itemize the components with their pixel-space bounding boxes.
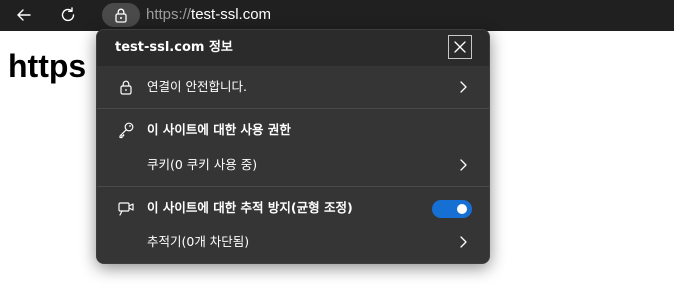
arrow-left-icon <box>17 9 31 21</box>
cookies-item[interactable]: 쿠키(0 쿠키 사용 중) <box>97 146 489 184</box>
refresh-button[interactable] <box>54 2 82 28</box>
site-info-popup: test-ssl.com 정보 연결이 안전합니다. 이 사이트에 대한 사용 … <box>96 29 490 264</box>
site-permissions-item: 이 사이트에 대한 사용 권한 <box>97 111 489 149</box>
chevron-right-icon <box>455 157 471 173</box>
url-host: test-ssl.com <box>191 6 272 23</box>
tracking-prevention-label: 이 사이트에 대한 추적 방지(균형 조정) <box>147 200 353 215</box>
refresh-icon <box>61 7 75 22</box>
browser-toolbar: https://test-ssl.com <box>0 0 674 31</box>
site-info-button[interactable] <box>102 3 140 27</box>
toggle-knob <box>457 204 467 214</box>
popup-title: test-ssl.com 정보 <box>115 40 233 55</box>
tracking-prevention-toggle[interactable] <box>432 200 472 218</box>
popup-header: test-ssl.com 정보 <box>97 30 489 66</box>
cookies-label: 쿠키(0 쿠키 사용 중) <box>147 157 258 172</box>
back-button[interactable] <box>10 2 38 28</box>
chevron-right-icon <box>455 234 471 250</box>
page-heading: https <box>8 48 87 84</box>
divider <box>97 186 489 187</box>
close-button[interactable] <box>448 35 472 59</box>
connection-secure-label: 연결이 안전합니다. <box>147 79 247 94</box>
tracking-prevention-item: 이 사이트에 대한 추적 방지(균형 조정) <box>97 189 489 227</box>
popup-body: 연결이 안전합니다. 이 사이트에 대한 사용 권한 쿠키(0 쿠키 사용 중) <box>97 66 489 263</box>
tracking-camera-icon <box>117 199 135 217</box>
close-icon <box>454 41 466 53</box>
url-scheme: https:// <box>146 6 192 23</box>
chevron-right-icon <box>455 79 471 95</box>
site-permissions-label: 이 사이트에 대한 사용 권한 <box>147 122 291 137</box>
connection-secure-item[interactable]: 연결이 안전합니다. <box>97 68 489 106</box>
lock-icon <box>115 8 127 23</box>
trackers-item[interactable]: 추적기(0개 차단됨) <box>97 223 489 261</box>
address-bar-url[interactable]: https://test-ssl.com <box>146 5 271 25</box>
divider <box>97 108 489 109</box>
lock-icon <box>117 78 135 96</box>
key-icon <box>117 121 135 139</box>
trackers-label: 추적기(0개 차단됨) <box>147 234 250 249</box>
